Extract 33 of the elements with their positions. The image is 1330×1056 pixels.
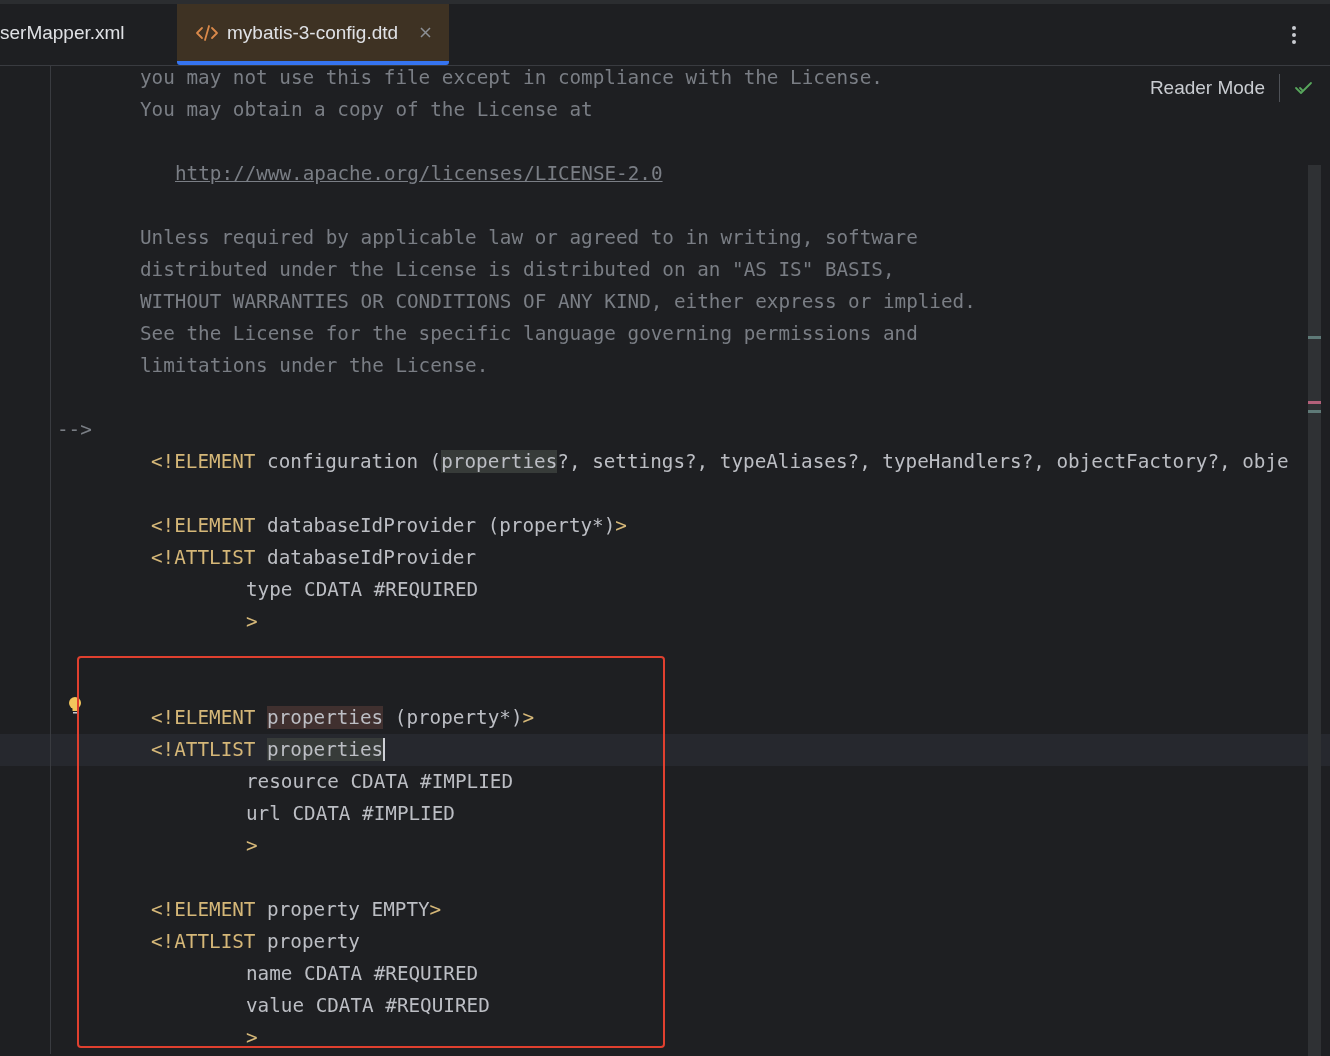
scrollbar[interactable] <box>1308 165 1321 1056</box>
code-line: --> <box>56 417 92 443</box>
code-line: > <box>245 1025 258 1051</box>
code-line: <!ELEMENT configuration (properties?, settings?, typeAliases?, typeHandlers?, objectFactory?, obje <box>150 449 1289 475</box>
lightbulb-icon[interactable] <box>68 696 82 716</box>
code-line: Unless required by applicable law or agreed to in writing, software <box>139 225 918 251</box>
code-line: <!ATTLIST databaseIdProvider <box>150 545 477 571</box>
code-line: type CDATA #REQUIRED <box>245 577 479 603</box>
check-icon <box>1294 80 1314 96</box>
code-line: name CDATA #REQUIRED <box>245 961 479 987</box>
code-line: <!ELEMENT properties (property*)> <box>150 705 535 731</box>
code-line: WITHOUT WARRANTIES OR CONDITIONS OF ANY KIND, either express or implied. <box>139 289 976 315</box>
code-line: <!ATTLIST property <box>150 929 360 955</box>
code-line: value CDATA #REQUIRED <box>245 993 490 1019</box>
reader-mode-link[interactable]: Reader Mode <box>1149 77 1265 99</box>
more-options-icon[interactable] <box>1291 24 1297 45</box>
code-line: See the License for the specific language governing permissions and <box>139 321 918 347</box>
code-line: You may obtain a copy of the License at <box>139 97 593 123</box>
close-icon[interactable] <box>420 27 432 38</box>
editor-tab[interactable]: mybatis-3-config.dtd <box>177 4 450 65</box>
code-line: distributed under the License is distributed on an "AS IS" BASIS, <box>139 257 895 283</box>
editor-tab[interactable]: serMapper.xml <box>0 4 177 65</box>
code-line: you may not use this file except in compliance with the License. <box>139 66 883 91</box>
code-file-icon <box>195 23 219 42</box>
code-line: <!ELEMENT property EMPTY> <box>150 897 442 923</box>
code-line: resource CDATA #IMPLIED <box>245 769 513 795</box>
code-line: > <box>245 609 258 635</box>
code-line: > <box>245 833 258 859</box>
code-line: <!ELEMENT databaseIdProvider (property*)> <box>150 513 627 539</box>
license-link[interactable]: http://www.apache.org/licenses/LICENSE-2.0 <box>175 162 663 185</box>
code-line: <!ATTLIST properties <box>150 737 386 763</box>
code-line: url CDATA #IMPLIED <box>245 801 455 827</box>
code-line: limitations under the License. <box>139 353 489 379</box>
